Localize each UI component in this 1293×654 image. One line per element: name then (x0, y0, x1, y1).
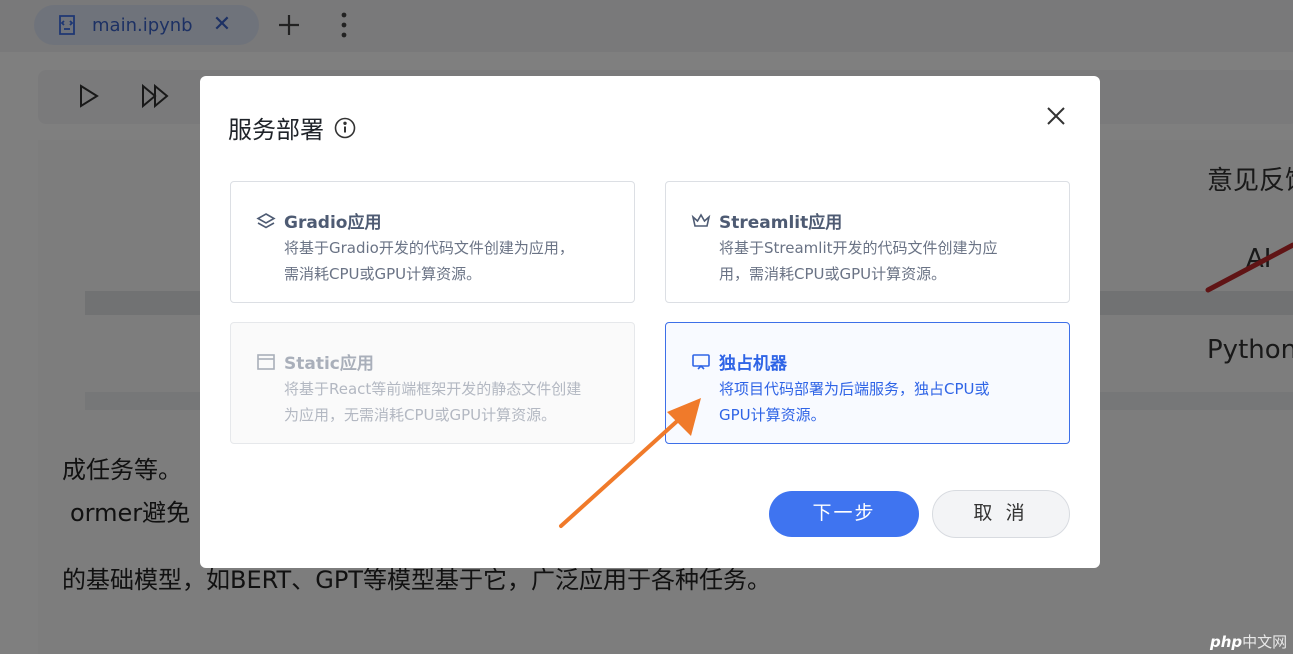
crown-icon (691, 212, 711, 227)
layers-icon (256, 212, 276, 228)
card-header: Streamlit应用 (691, 208, 842, 233)
card-title: Static应用 (284, 354, 374, 374)
dialog-title: 服务部署 (228, 110, 356, 145)
option-card-dedicated-machine[interactable]: 独占机器 将项目代码部署为后端服务，独占CPU或GPU计算资源。 (665, 322, 1070, 444)
card-header: Static应用 (256, 349, 374, 374)
watermark-brand: php (1210, 633, 1243, 651)
card-description: 将基于Gradio开发的代码文件创建为应用，需消耗CPU或GPU计算资源。 (284, 239, 574, 283)
cancel-button[interactable]: 取 消 (932, 490, 1070, 538)
card-header: Gradio应用 (256, 208, 381, 233)
dialog-title-text: 服务部署 (228, 116, 324, 144)
orange-arrow-annotation (559, 398, 701, 528)
card-title: 独占机器 (719, 354, 787, 374)
option-card-streamlit[interactable]: Streamlit应用 将基于Streamlit开发的代码文件创建为应用，需消耗… (665, 181, 1070, 303)
card-description: 将基于Streamlit开发的代码文件创建为应用，需消耗CPU或GPU计算资源。 (719, 239, 998, 283)
window-icon (257, 353, 275, 370)
monitor-icon (692, 353, 710, 370)
watermark-site: 中文网 (1242, 633, 1288, 651)
card-description: 将基于React等前端框架开发的静态文件创建为应用，无需消耗CPU或GPU计算资… (284, 380, 582, 424)
close-icon[interactable] (1044, 104, 1068, 128)
card-header: 独占机器 (691, 349, 787, 374)
card-title: Streamlit应用 (719, 213, 843, 233)
card-title: Gradio应用 (284, 213, 382, 233)
info-icon[interactable] (334, 117, 356, 139)
watermark: php中文网 (1210, 631, 1287, 652)
next-step-button[interactable]: 下一步 (769, 491, 919, 537)
card-description: 将项目代码部署为后端服务，独占CPU或GPU计算资源。 (719, 380, 990, 424)
option-card-gradio[interactable]: Gradio应用 将基于Gradio开发的代码文件创建为应用，需消耗CPU或GP… (230, 181, 635, 303)
